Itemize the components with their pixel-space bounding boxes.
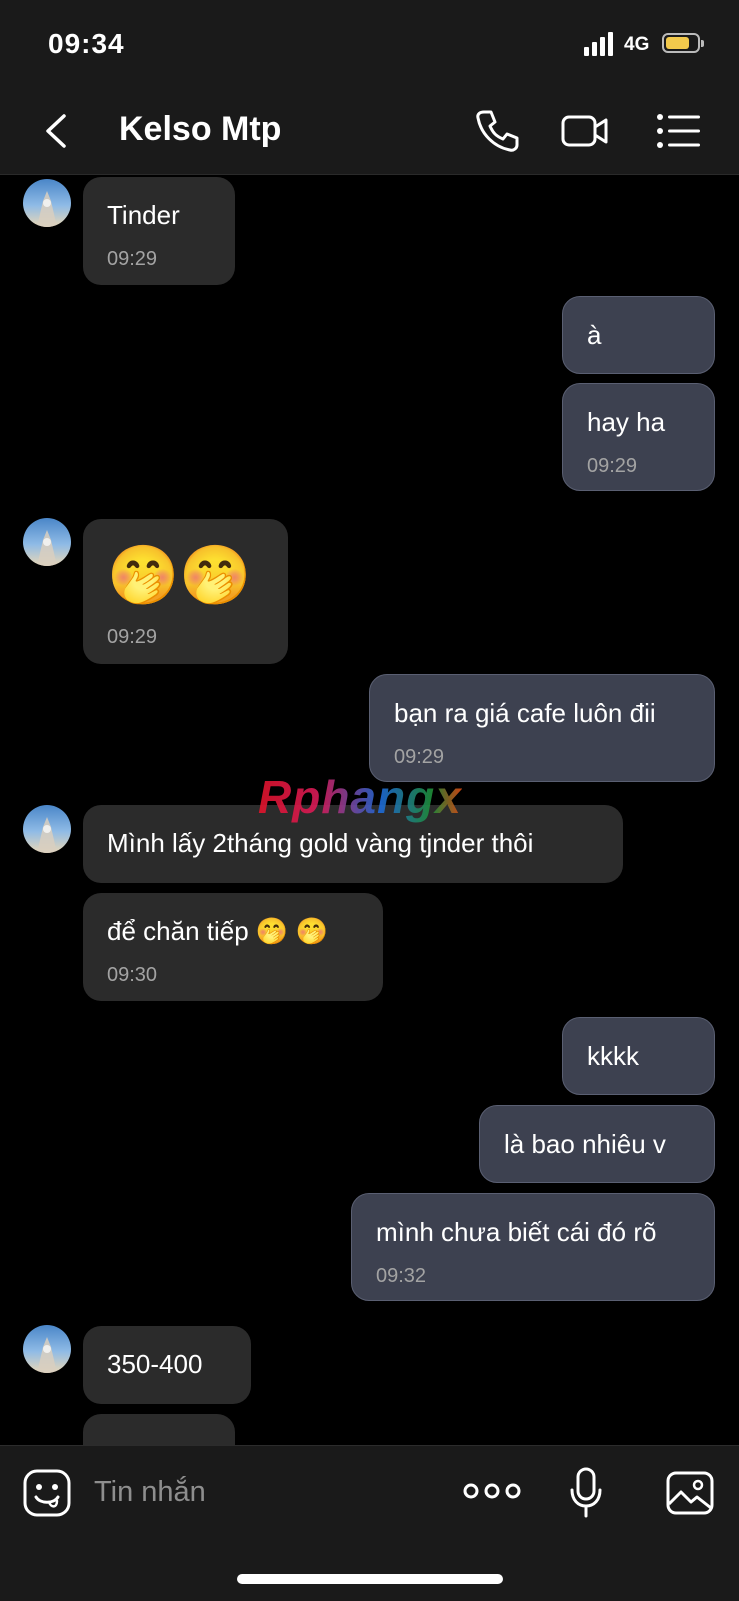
message-bubble-incoming-partial[interactable] xyxy=(83,1414,235,1445)
message-bubble-incoming[interactable]: 350-400 xyxy=(83,1326,251,1404)
list-menu-icon[interactable] xyxy=(654,106,704,156)
battery-icon xyxy=(662,33,704,53)
message-bubble-outgoing[interactable]: là bao nhiêu v xyxy=(479,1105,715,1183)
message-time: 09:30 xyxy=(107,964,158,986)
message-text: là bao nhiêu v xyxy=(504,1129,666,1159)
message-bubble-outgoing[interactable]: bạn ra giá cafe luôn đii 09:29 xyxy=(369,674,715,782)
message-bubble-outgoing[interactable]: à xyxy=(562,296,715,374)
chevron-left-icon[interactable] xyxy=(40,108,74,154)
message-text: 🤭🤭 xyxy=(107,543,252,608)
message-text: kkkk xyxy=(587,1041,639,1071)
more-dots-icon[interactable] xyxy=(463,1476,521,1506)
message-time: 09:29 xyxy=(394,746,445,768)
video-camera-icon[interactable] xyxy=(560,106,610,156)
status-bar: 09:34 4G xyxy=(0,0,739,88)
message-bubble-incoming[interactable]: 🤭🤭 09:29 xyxy=(83,519,288,664)
image-gallery-icon[interactable] xyxy=(665,1470,715,1516)
message-time: 09:32 xyxy=(376,1265,427,1287)
message-bubble-outgoing[interactable]: hay ha 09:29 xyxy=(562,383,715,491)
message-text: Tinder xyxy=(107,200,180,230)
message-text: bạn ra giá cafe luôn đii xyxy=(394,698,656,728)
message-time: 09:29 xyxy=(107,248,158,270)
microphone-icon[interactable] xyxy=(568,1466,604,1520)
message-text: hay ha xyxy=(587,407,666,437)
message-text: để chăn tiếp 🤭 🤭 xyxy=(107,916,328,946)
contact-avatar[interactable] xyxy=(23,1325,71,1373)
message-text: Mình lấy 2tháng gold vàng tjnder thôi xyxy=(107,828,534,858)
network-type: 4G xyxy=(624,34,650,55)
message-time: 09:29 xyxy=(587,455,638,477)
contact-avatar[interactable] xyxy=(23,179,71,227)
contact-avatar[interactable] xyxy=(23,518,71,566)
status-time: 09:34 xyxy=(48,28,125,59)
home-indicator[interactable] xyxy=(237,1574,503,1584)
message-text: mình chưa biết cái đó rõ xyxy=(376,1217,657,1247)
watermark-logo: Rphangx xyxy=(258,771,462,823)
message-text: à xyxy=(587,320,602,350)
message-bubble-incoming[interactable]: để chăn tiếp 🤭 🤭 09:30 xyxy=(83,893,383,1001)
phone-icon[interactable] xyxy=(472,106,522,156)
message-bubble-outgoing[interactable]: mình chưa biết cái đó rõ 09:32 xyxy=(351,1193,715,1301)
chat-header: Kelso Mtp xyxy=(0,88,739,175)
message-time: 09:29 xyxy=(107,626,158,648)
message-bubble-incoming[interactable]: Tinder 09:29 xyxy=(83,177,235,285)
message-input[interactable]: Tin nhắn xyxy=(94,1476,206,1509)
sticker-face-icon[interactable] xyxy=(22,1468,72,1518)
contact-avatar[interactable] xyxy=(23,805,71,853)
message-bubble-outgoing[interactable]: kkkk xyxy=(562,1017,715,1095)
signal-icon xyxy=(584,32,613,56)
contact-name[interactable]: Kelso Mtp xyxy=(119,110,281,149)
message-text: 350-400 xyxy=(107,1349,203,1379)
